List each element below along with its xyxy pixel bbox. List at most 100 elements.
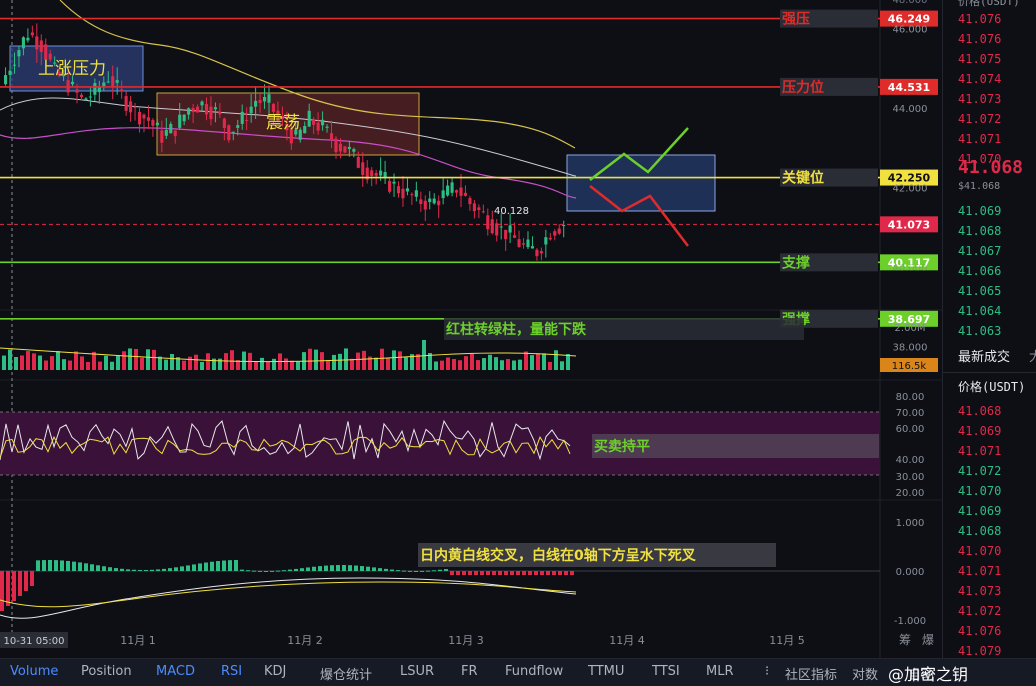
candle-body	[526, 239, 530, 248]
x-axis-label: 11月 2	[287, 634, 323, 647]
macd-histogram-bar	[108, 567, 112, 571]
volume-bar	[98, 361, 102, 370]
indicator-tab-kdj[interactable]: KDJ	[264, 664, 286, 679]
macd-histogram-bar	[114, 568, 118, 571]
indicator-tab-fr[interactable]: FR	[461, 664, 478, 679]
volume-bar	[500, 360, 504, 370]
volume-bar	[506, 359, 510, 370]
volume-bar	[536, 353, 540, 370]
macd-histogram-bar	[438, 569, 442, 571]
candlestick-chart[interactable]: 强压 46.249压力位 44.531关键位 42.25041.073支撑 40.117…	[0, 0, 942, 658]
bid-price: 41.068	[958, 224, 1002, 238]
indicator-tab-ttmu[interactable]: TTMU	[588, 664, 624, 679]
indicator-tab-macd[interactable]: MACD	[156, 664, 195, 679]
last-price-usd: $41.068	[958, 181, 1001, 192]
trade-price: 41.072	[958, 604, 1002, 618]
macd-histogram-bar	[96, 565, 100, 571]
community-indicators-icon[interactable]: ⁝	[765, 664, 769, 679]
volume-bar	[542, 353, 546, 370]
macd-histogram-bar	[90, 564, 94, 571]
rsi-axis-tick: 30.00	[896, 472, 925, 483]
candle-body	[343, 146, 347, 153]
candle-body	[463, 192, 468, 196]
macd-histogram-bar	[174, 567, 178, 571]
bid-price: 41.063	[958, 324, 1002, 338]
macd-histogram-bar	[426, 570, 430, 572]
macd-histogram-bar	[240, 569, 244, 571]
candle-body	[26, 37, 30, 41]
bid-price: 41.065	[958, 284, 1002, 298]
volume-bar	[86, 361, 90, 370]
macd-histogram-bar	[228, 560, 232, 571]
volume-bar	[434, 361, 438, 370]
volume-bar	[14, 356, 18, 370]
macd-histogram-bar	[348, 565, 352, 571]
volume-bar	[548, 361, 552, 370]
volume-bar	[182, 360, 186, 370]
ask-price: 41.076	[958, 12, 1002, 26]
macd-histogram-bar	[510, 571, 514, 575]
x-axis-label: 10-31 05:00	[3, 636, 64, 647]
volume-bar	[152, 349, 156, 370]
indicator-tab-mlr[interactable]: MLR	[706, 664, 734, 679]
candle-body	[258, 100, 262, 104]
volume-bar	[374, 357, 378, 370]
indicator-tab-fundflow[interactable]: Fundflow	[505, 664, 563, 679]
chart-workspace[interactable]: 强压 46.249 压力位 44.531 关键位 42.250 41.073 支撑 40.117…	[0, 0, 1036, 686]
volume-bar	[20, 355, 24, 370]
candle-body	[334, 138, 338, 153]
volume-bar	[332, 354, 336, 370]
volume-bar	[338, 353, 342, 370]
macd-axis-tick: 0.000	[896, 567, 925, 578]
macd-histogram-bar	[168, 568, 172, 571]
candle-body	[432, 198, 436, 204]
candle-body	[169, 123, 173, 134]
price-axis-tick: 42.000	[893, 184, 928, 195]
x-axis-label: 11月 1	[120, 634, 156, 647]
candle-body	[321, 119, 325, 126]
upper-pressure-label: 上涨压力	[38, 59, 106, 79]
strong-resistance-label: 强压	[782, 12, 810, 28]
candle-body	[79, 94, 84, 98]
indicator-tab-lsur[interactable]: LSUR	[400, 664, 434, 679]
candle-body	[414, 190, 418, 197]
indicator-tab-position[interactable]: Position	[81, 664, 132, 679]
candle-body	[329, 133, 334, 141]
candle-body	[35, 36, 39, 50]
candle-body	[178, 114, 182, 128]
trade-price: 41.070	[958, 484, 1002, 498]
candle-body	[356, 157, 360, 168]
macd-histogram-bar	[534, 571, 538, 575]
volume-bar	[194, 354, 198, 370]
last-price-price-value: 41.073	[888, 218, 930, 231]
candle-body	[312, 119, 316, 125]
support-label: 支撑	[781, 254, 810, 271]
candle-body	[124, 96, 128, 111]
volume-bar	[206, 353, 210, 370]
macd-histogram-bar	[270, 570, 274, 572]
candle-body	[84, 98, 88, 101]
candle-body	[477, 207, 481, 210]
candle-body	[562, 225, 566, 227]
indicator-tab-爆仓统计[interactable]: 爆仓统计	[320, 664, 372, 683]
ask-price: 41.074	[958, 72, 1002, 86]
indicator-tab-volume[interactable]: Volume	[10, 664, 58, 679]
macd-histogram-bar	[282, 570, 286, 572]
candle-body	[446, 185, 450, 196]
volume-bar	[242, 351, 246, 370]
community-indicators-button[interactable]: 社区指标	[785, 664, 837, 683]
indicator-tab-ttsi[interactable]: TTSI	[652, 664, 680, 679]
macd-histogram-bar	[360, 566, 364, 571]
trade-price: 41.076	[958, 624, 1002, 638]
candle-body	[544, 237, 548, 245]
log-scale-toggle[interactable]: 对数	[852, 664, 878, 683]
volume-bar	[482, 358, 486, 370]
candle-body	[93, 83, 97, 95]
latest-trades-title: 最新成交	[958, 350, 1011, 365]
indicator-tab-rsi[interactable]: RSI	[221, 664, 242, 679]
volume-bar	[128, 348, 132, 370]
macd-histogram-bar	[210, 561, 214, 571]
macd-histogram-bar	[570, 571, 574, 575]
candle-body	[231, 131, 235, 133]
volume-axis-tick: 2.00M	[895, 323, 926, 334]
